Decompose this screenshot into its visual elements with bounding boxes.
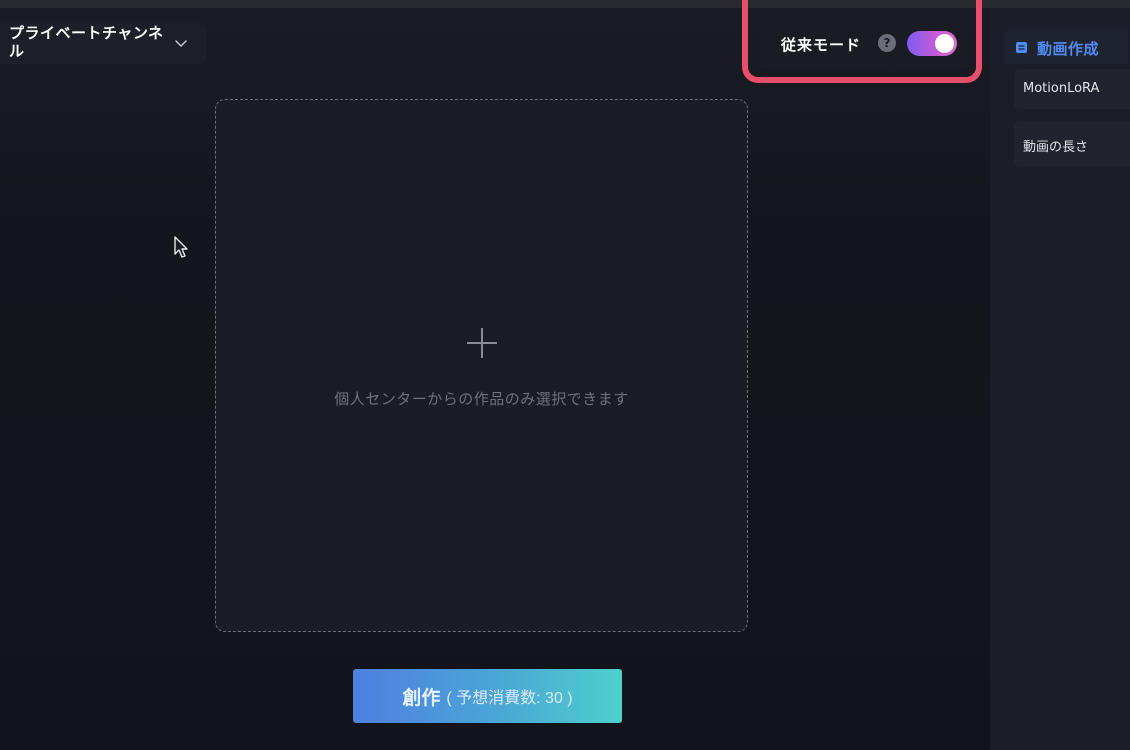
create-button-label: 創作 xyxy=(402,687,441,709)
panel-item-motionlora[interactable]: MotionLoRA xyxy=(1014,69,1130,109)
right-settings-panel xyxy=(990,8,1130,750)
panel-item-video-length[interactable]: 動画の長さ xyxy=(1014,121,1130,167)
plus-icon xyxy=(467,328,497,358)
document-icon xyxy=(1016,42,1027,53)
mouse-cursor-icon xyxy=(174,236,188,258)
channel-selector[interactable]: プライベートチャンネル xyxy=(0,22,206,64)
chevron-down-icon xyxy=(175,40,187,47)
help-icon[interactable]: ? xyxy=(878,34,896,52)
classic-mode-toggle[interactable] xyxy=(907,31,957,56)
channel-label: プライベートチャンネル xyxy=(9,24,164,60)
video-creation-header[interactable]: 動画作成 xyxy=(1004,30,1128,64)
upload-hint: 個人センターからの作品のみ選択できます xyxy=(334,390,629,408)
video-creation-title: 動画作成 xyxy=(1037,40,1100,58)
panel-item-label: MotionLoRA xyxy=(1023,81,1100,96)
upload-drop-area[interactable]: 個人センターからの作品のみ選択できます xyxy=(215,99,748,632)
create-cost-estimate: ( 予想消費数: 30 ) xyxy=(446,690,573,707)
classic-mode-control: 従来モード ? xyxy=(762,18,968,70)
panel-item-label: 動画の長さ xyxy=(1023,140,1089,155)
create-button[interactable]: 創作 ( 予想消費数: 30 ) xyxy=(353,669,622,723)
toggle-knob xyxy=(935,34,954,53)
classic-mode-label: 従来モード xyxy=(781,36,862,54)
